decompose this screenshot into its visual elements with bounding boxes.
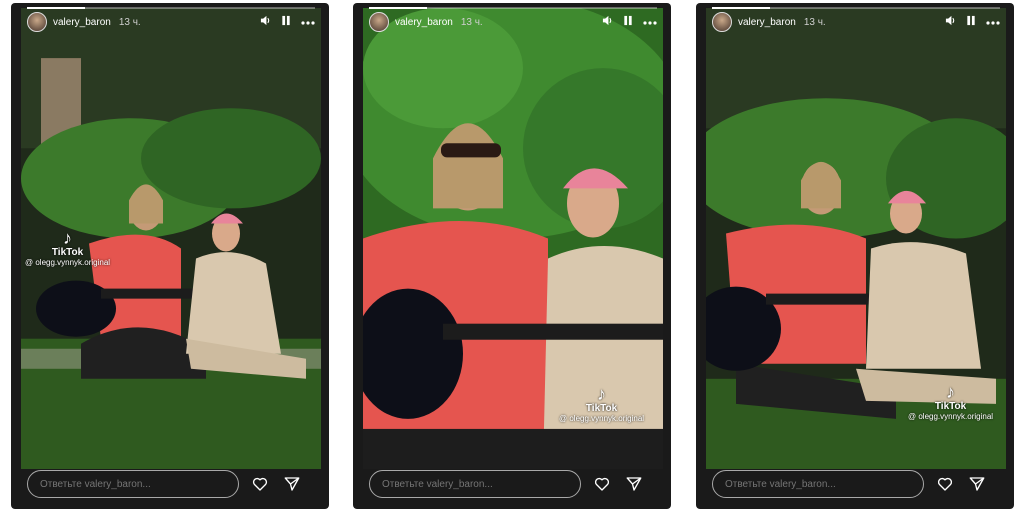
post-time: 13 ч. xyxy=(803,16,826,28)
volume-icon[interactable] xyxy=(945,15,956,29)
tiktok-brand: TikTok xyxy=(934,401,967,412)
story-panel-2[interactable]: valery_baron 13 ч. ♪ TikTok @ olegg.vynn… xyxy=(353,3,671,509)
pause-icon[interactable] xyxy=(281,15,291,29)
story-panel-3[interactable]: valery_baron 13 ч. ♪ TikTok @ olegg.vynn… xyxy=(696,3,1014,509)
story-progress-bar xyxy=(712,7,1000,9)
volume-icon[interactable] xyxy=(260,15,271,29)
heart-icon[interactable] xyxy=(936,475,954,493)
story-header: valery_baron 13 ч. xyxy=(712,11,1000,33)
heart-icon[interactable] xyxy=(593,475,611,493)
story-progress-bar xyxy=(27,7,315,9)
tiktok-handle: @ olegg.vynnyk.original xyxy=(908,412,994,421)
reply-input[interactable] xyxy=(27,470,239,498)
tiktok-watermark: ♪ TikTok @ olegg.vynnyk.original xyxy=(25,229,110,267)
avatar[interactable] xyxy=(27,12,47,32)
pause-icon[interactable] xyxy=(623,15,633,29)
tiktok-brand: TikTok xyxy=(51,247,84,258)
story-footer xyxy=(369,469,657,499)
more-icon[interactable] xyxy=(301,17,315,28)
more-icon[interactable] xyxy=(643,17,657,28)
send-icon[interactable] xyxy=(625,475,643,493)
heart-icon[interactable] xyxy=(251,475,269,493)
story-footer xyxy=(712,469,1000,499)
story-header: valery_baron 13 ч. xyxy=(369,11,657,33)
volume-icon[interactable] xyxy=(602,15,613,29)
tiktok-icon: ♪ xyxy=(63,228,73,248)
story-footer xyxy=(27,469,315,499)
post-time: 13 ч. xyxy=(460,16,483,28)
avatar[interactable] xyxy=(712,12,732,32)
tiktok-icon: ♪ xyxy=(946,382,956,402)
avatar[interactable] xyxy=(369,12,389,32)
tiktok-icon: ♪ xyxy=(597,384,607,404)
reply-input[interactable] xyxy=(712,470,924,498)
send-icon[interactable] xyxy=(283,475,301,493)
username[interactable]: valery_baron xyxy=(738,17,796,28)
tiktok-handle: @ olegg.vynnyk.original xyxy=(25,258,111,267)
tiktok-watermark: ♪ TikTok @ olegg.vynnyk.original xyxy=(908,383,993,421)
post-time: 13 ч. xyxy=(118,16,141,28)
tiktok-brand: TikTok xyxy=(585,403,618,414)
story-header: valery_baron 13 ч. xyxy=(27,11,315,33)
pause-icon[interactable] xyxy=(966,15,976,29)
story-progress-fill xyxy=(712,7,770,9)
username[interactable]: valery_baron xyxy=(53,17,111,28)
tiktok-watermark: ♪ TikTok @ olegg.vynnyk.original xyxy=(559,385,644,423)
story-panel-1[interactable]: valery_baron 13 ч. ♪ TikTok @ olegg.vynn… xyxy=(11,3,329,509)
more-icon[interactable] xyxy=(986,17,1000,28)
story-progress-fill xyxy=(27,7,85,9)
send-icon[interactable] xyxy=(968,475,986,493)
username[interactable]: valery_baron xyxy=(395,17,453,28)
reply-input[interactable] xyxy=(369,470,581,498)
tiktok-handle: @ olegg.vynnyk.original xyxy=(559,414,645,423)
story-progress-fill xyxy=(369,7,427,9)
story-progress-bar xyxy=(369,7,657,9)
